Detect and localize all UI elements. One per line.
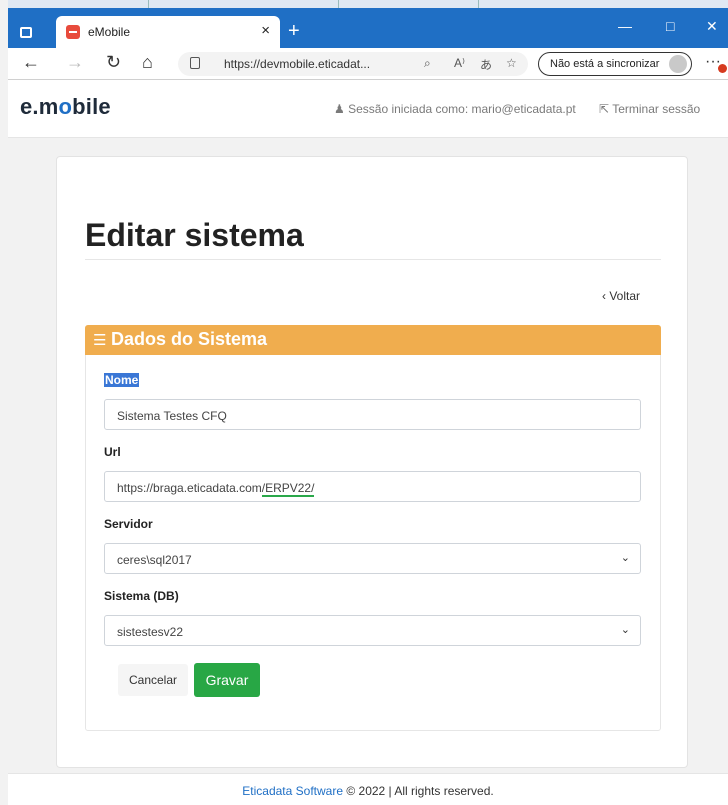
page-title: Editar sistema xyxy=(85,217,304,253)
url-label: Url xyxy=(104,445,121,459)
sync-label: Não está a sincronizar xyxy=(550,58,660,70)
copyright-text: © 2022 | All rights reserved. xyxy=(343,784,494,798)
chevron-down-icon: ⌄ xyxy=(620,624,630,636)
minimize-icon[interactable]: — xyxy=(618,18,632,34)
nome-label: Nome xyxy=(104,373,140,387)
chevron-down-icon: ⌄ xyxy=(620,552,630,564)
profile-avatar-icon xyxy=(669,55,687,73)
web-page: e.mobile ♟ Sessão iniciada como: mario@e… xyxy=(8,80,728,805)
save-button[interactable]: Gravar xyxy=(194,663,260,697)
sistema-db-select[interactable]: sistestesv22 ⌄ xyxy=(104,615,641,646)
servidor-select[interactable]: ceres\sql2017 ⌄ xyxy=(104,543,641,574)
nome-input[interactable]: Sistema Testes CFQ xyxy=(104,399,641,430)
company-link[interactable]: Eticadata Software xyxy=(242,784,343,798)
favorites-icon[interactable]: ☆ xyxy=(506,56,517,70)
address-bar[interactable]: https://devmobile.eticadat... ⌕ A⁾ あ ☆ xyxy=(178,52,528,76)
spellcheck-underline: /ERPV22/ xyxy=(261,481,315,497)
url-text[interactable]: https://devmobile.eticadat... xyxy=(224,57,370,71)
panel-header: ☰ Dados do Sistema xyxy=(85,325,661,355)
user-icon: ♟ xyxy=(334,102,345,116)
system-data-panel: ☰ Dados do Sistema Nome Sistema Testes C… xyxy=(85,325,661,731)
browser-toolbar: ← → ↻ ⌂ https://devmobile.eticadat... ⌕ … xyxy=(8,48,728,80)
maximize-icon[interactable]: □ xyxy=(666,18,674,34)
panel-title: Dados do Sistema xyxy=(111,329,268,349)
tab-emobile[interactable]: eMobile × xyxy=(56,16,280,48)
refresh-icon[interactable]: ↻ xyxy=(106,52,121,73)
title-divider xyxy=(85,259,661,260)
site-footer: Eticadata Software © 2022 | All rights r… xyxy=(8,773,728,805)
logout-icon: ⇱ xyxy=(599,102,610,116)
window-close-icon[interactable]: ✕ xyxy=(706,18,718,35)
back-link[interactable]: ‹ Voltar xyxy=(602,289,640,303)
page-info-lock-icon[interactable] xyxy=(190,57,200,69)
window-menu-icon[interactable] xyxy=(20,27,32,38)
sistema-db-label: Sistema (DB) xyxy=(104,589,179,603)
site-navbar: e.mobile ♟ Sessão iniciada como: mario@e… xyxy=(8,80,728,138)
tab-title: eMobile xyxy=(88,25,131,39)
forward-arrow-icon[interactable]: → xyxy=(66,52,84,73)
notification-badge-icon xyxy=(718,64,727,73)
read-aloud-icon[interactable]: A⁾ xyxy=(454,56,465,70)
search-page-icon[interactable]: ⌕ xyxy=(424,56,431,71)
sync-profile-button[interactable]: Não está a sincronizar xyxy=(538,52,692,76)
background-tabs-strip xyxy=(8,0,728,8)
emobile-logo[interactable]: e.mobile xyxy=(20,94,111,120)
url-input[interactable]: https://braga.eticadata.com/ERPV22/ xyxy=(104,471,641,502)
edit-system-card: Editar sistema ‹ Voltar ☰ Dados do Siste… xyxy=(56,156,688,768)
session-info: ♟ Sessão iniciada como: mario@eticadata.… xyxy=(334,102,576,116)
browser-titlebar: eMobile × + — □ ✕ xyxy=(8,0,728,48)
logout-link[interactable]: ⇱ Terminar sessão xyxy=(599,102,700,116)
chevron-left-icon: ‹ xyxy=(602,289,606,303)
translate-icon[interactable]: あ xyxy=(480,56,492,73)
back-arrow-icon[interactable]: ← xyxy=(22,52,40,73)
list-icon: ☰ xyxy=(93,332,107,349)
emobile-favicon-icon xyxy=(66,25,80,39)
new-tab-button[interactable]: + xyxy=(288,20,300,43)
cancel-button[interactable]: Cancelar xyxy=(118,664,188,696)
servidor-label: Servidor xyxy=(104,517,153,531)
home-icon[interactable]: ⌂ xyxy=(142,52,153,73)
tab-close-icon[interactable]: × xyxy=(261,22,270,39)
